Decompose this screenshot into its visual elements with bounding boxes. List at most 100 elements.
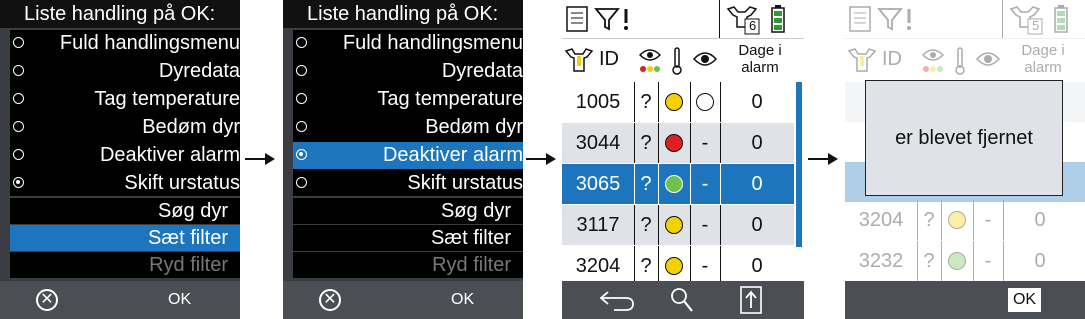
scrollbar[interactable] — [796, 82, 802, 247]
table-row[interactable]: 3204? - 0 — [845, 200, 1085, 240]
table-row[interactable]: 3232? - 0 — [845, 241, 1085, 281]
back-arrow-icon[interactable] — [598, 289, 636, 313]
animal-id: 3065 — [575, 173, 621, 195]
menu-title: Liste handling på OK: — [283, 0, 523, 28]
search-animal-button[interactable]: Søg dyr — [293, 198, 523, 224]
column-days-in-alarm[interactable]: Dage i alarm — [726, 42, 794, 76]
removed-dialog: er blevet fjernet — [865, 80, 1063, 196]
battery-icon — [771, 5, 785, 33]
column-id: ID — [882, 48, 902, 70]
status-unknown: ? — [640, 173, 652, 195]
filter-warning-icon — [877, 8, 911, 31]
radio-icon — [296, 121, 307, 132]
cow-temperature-icon — [564, 48, 594, 72]
cell-divider — [658, 164, 659, 204]
cancel-circle-icon[interactable]: ✕ — [36, 289, 58, 311]
radio-icon — [13, 121, 24, 132]
eye-status-icon — [921, 49, 945, 72]
table-header: ID Dage i alarm — [562, 39, 804, 81]
clear-filter-button[interactable]: Ryd filter — [10, 252, 240, 278]
status-unknown: ? — [640, 91, 652, 113]
clear-filter-button[interactable]: Ryd filter — [293, 252, 523, 278]
cell-divider — [658, 246, 659, 286]
animal-id: 3204 — [858, 209, 904, 231]
status-dot — [665, 257, 683, 275]
cancel-circle-icon[interactable]: ✕ — [319, 289, 341, 311]
days-in-alarm: 0 — [751, 91, 763, 113]
cell-divider — [658, 82, 659, 122]
footer — [562, 281, 804, 319]
menu-screen-2: Liste handling på OK: Fuld handlingsmenu… — [283, 0, 523, 319]
observation-value: - — [701, 132, 709, 154]
radio-icon — [13, 93, 24, 104]
footer — [845, 281, 1085, 319]
table-row[interactable]: 3044? - 0 — [562, 123, 794, 163]
cell-divider — [658, 123, 659, 163]
radio-icon — [13, 149, 24, 160]
table-row[interactable]: 3065? - 0 — [562, 164, 794, 204]
animal-id: 1005 — [575, 91, 621, 113]
ok-button[interactable]: OK — [168, 290, 191, 310]
radio-selected-icon — [13, 177, 24, 188]
list-view-icon — [849, 6, 871, 32]
table-row[interactable]: 3204? - 0 — [562, 246, 794, 286]
status-unknown: ? — [640, 214, 652, 236]
animal-id: 3232 — [858, 250, 904, 272]
divider — [1002, 0, 1003, 38]
option-change-clock-status[interactable]: Skift urstatus — [293, 170, 523, 197]
column-days-in-alarm: Dage i alarm — [1021, 42, 1065, 76]
status-unknown: ? — [640, 132, 652, 154]
animal-count-badge: 6 — [749, 18, 757, 33]
set-filter-button[interactable]: Sæt filter — [293, 225, 523, 251]
status-unknown: ? — [923, 209, 935, 231]
option-deactivate-alarm[interactable]: Deaktiver alarm — [293, 142, 523, 169]
option-animal-data[interactable]: Dyredata — [293, 58, 523, 85]
removed-confirmation-screen: 5 ID Dage i alarm 3204 ? - 0 3232 ? - 0 … — [845, 0, 1085, 319]
radio-icon — [296, 37, 307, 48]
option-rate-animal[interactable]: Bedøm dyr — [10, 114, 240, 141]
option-full-menu[interactable]: Fuld handlingsmenu — [293, 30, 523, 57]
option-take-temperature[interactable]: Tag temperature — [10, 86, 240, 113]
animal-list-screen: 6 ID Dage i alarm 1005? 0 3044? -0 3065? -0 31… — [562, 0, 804, 319]
arrow-right-icon — [526, 153, 556, 165]
eye-icon — [976, 52, 1000, 66]
export-icon[interactable] — [740, 286, 762, 314]
column-id[interactable]: ID — [599, 48, 619, 71]
option-take-temperature[interactable]: Tag temperature — [293, 86, 523, 113]
status-dot — [948, 211, 966, 229]
status-unknown: ? — [640, 255, 652, 277]
option-animal-data[interactable]: Dyredata — [10, 58, 240, 85]
option-rate-animal[interactable]: Bedøm dyr — [293, 114, 523, 141]
table-row[interactable]: 1005? 0 — [562, 82, 794, 122]
ok-button[interactable]: OK — [451, 290, 474, 310]
animal-count-badge: 5 — [1032, 18, 1040, 33]
cell-divider — [658, 205, 659, 245]
radio-icon — [296, 65, 307, 76]
radio-icon — [13, 37, 24, 48]
search-animal-button[interactable]: Søg dyr — [10, 198, 240, 224]
days-in-alarm: 0 — [751, 255, 763, 277]
option-full-menu[interactable]: Fuld handlingsmenu — [10, 30, 240, 57]
animal-id: 3044 — [575, 132, 621, 154]
option-change-clock-status[interactable]: Skift urstatus — [10, 170, 240, 197]
option-deactivate-alarm[interactable]: Deaktiver alarm — [10, 142, 240, 169]
status-dot — [665, 216, 683, 234]
battery-icon — [1054, 5, 1068, 33]
filter-warning-icon[interactable] — [594, 6, 634, 32]
days-in-alarm: 0 — [751, 132, 763, 154]
table-row[interactable]: 3117? - 0 — [562, 205, 794, 245]
status-dot — [665, 175, 683, 193]
menu-screen-1: Liste handling på OK: Fuld handlingsmenu… — [0, 0, 240, 319]
status-bar: 6 — [562, 0, 804, 39]
set-filter-button[interactable]: Sæt filter — [10, 225, 240, 251]
footer: ✕ OK — [0, 281, 240, 319]
days-in-alarm: 0 — [1034, 209, 1046, 231]
option-list: Fuld handlingsmenu Dyredata Tag temperat… — [293, 30, 523, 196]
status-dot — [665, 93, 683, 111]
search-icon[interactable] — [670, 287, 694, 313]
option-list: Fuld handlingsmenu Dyredata Tag temperat… — [10, 30, 240, 196]
menu-title: Liste handling på OK: — [0, 0, 240, 28]
ok-button[interactable]: OK — [1008, 288, 1041, 312]
cell-divider — [941, 241, 942, 281]
observation-value: - — [701, 214, 709, 236]
